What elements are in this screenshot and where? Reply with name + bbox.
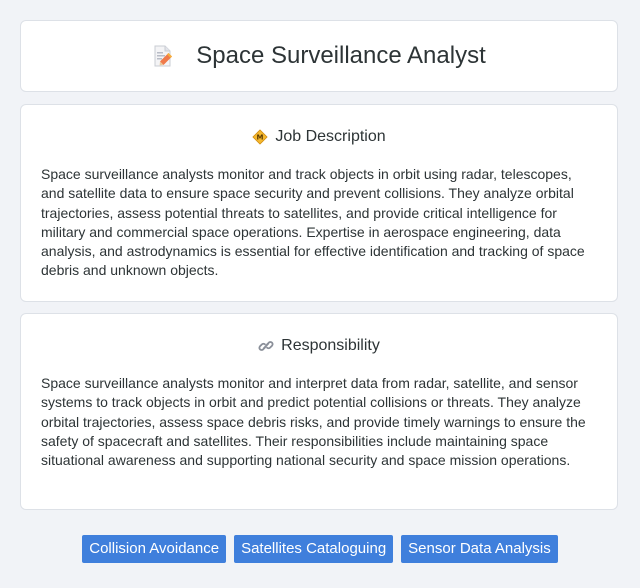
- job-description-text: Space surveillance analysts monitor and …: [41, 166, 585, 279]
- tag-sensor-data-analysis[interactable]: Sensor Data Analysis: [401, 535, 558, 563]
- link-icon: [258, 338, 274, 354]
- responsibility-text: Space surveillance analysts monitor and …: [41, 375, 586, 469]
- responsibility-header: Responsibility: [41, 336, 597, 356]
- job-description-heading: Job Description: [275, 128, 386, 145]
- responsibility-card: Responsibility Space surveillance analys…: [20, 313, 618, 510]
- tag-satellites-cataloguing[interactable]: Satellites Cataloguing: [234, 535, 394, 563]
- document-pencil-icon: [152, 44, 174, 68]
- job-description-card: M Job Description Space surveillance ana…: [20, 104, 618, 302]
- tag-collision-avoidance[interactable]: Collision Avoidance: [82, 535, 227, 563]
- tag-list: Collision Avoidance Satellites Catalogui…: [0, 535, 640, 563]
- page-title: Space Surveillance Analyst: [196, 42, 486, 69]
- responsibility-heading: Responsibility: [281, 337, 380, 354]
- title-card: Space Surveillance Analyst: [20, 20, 618, 92]
- diamond-sign-icon: M: [252, 129, 268, 145]
- job-description-header: M Job Description: [41, 127, 597, 147]
- svg-text:M: M: [257, 134, 264, 142]
